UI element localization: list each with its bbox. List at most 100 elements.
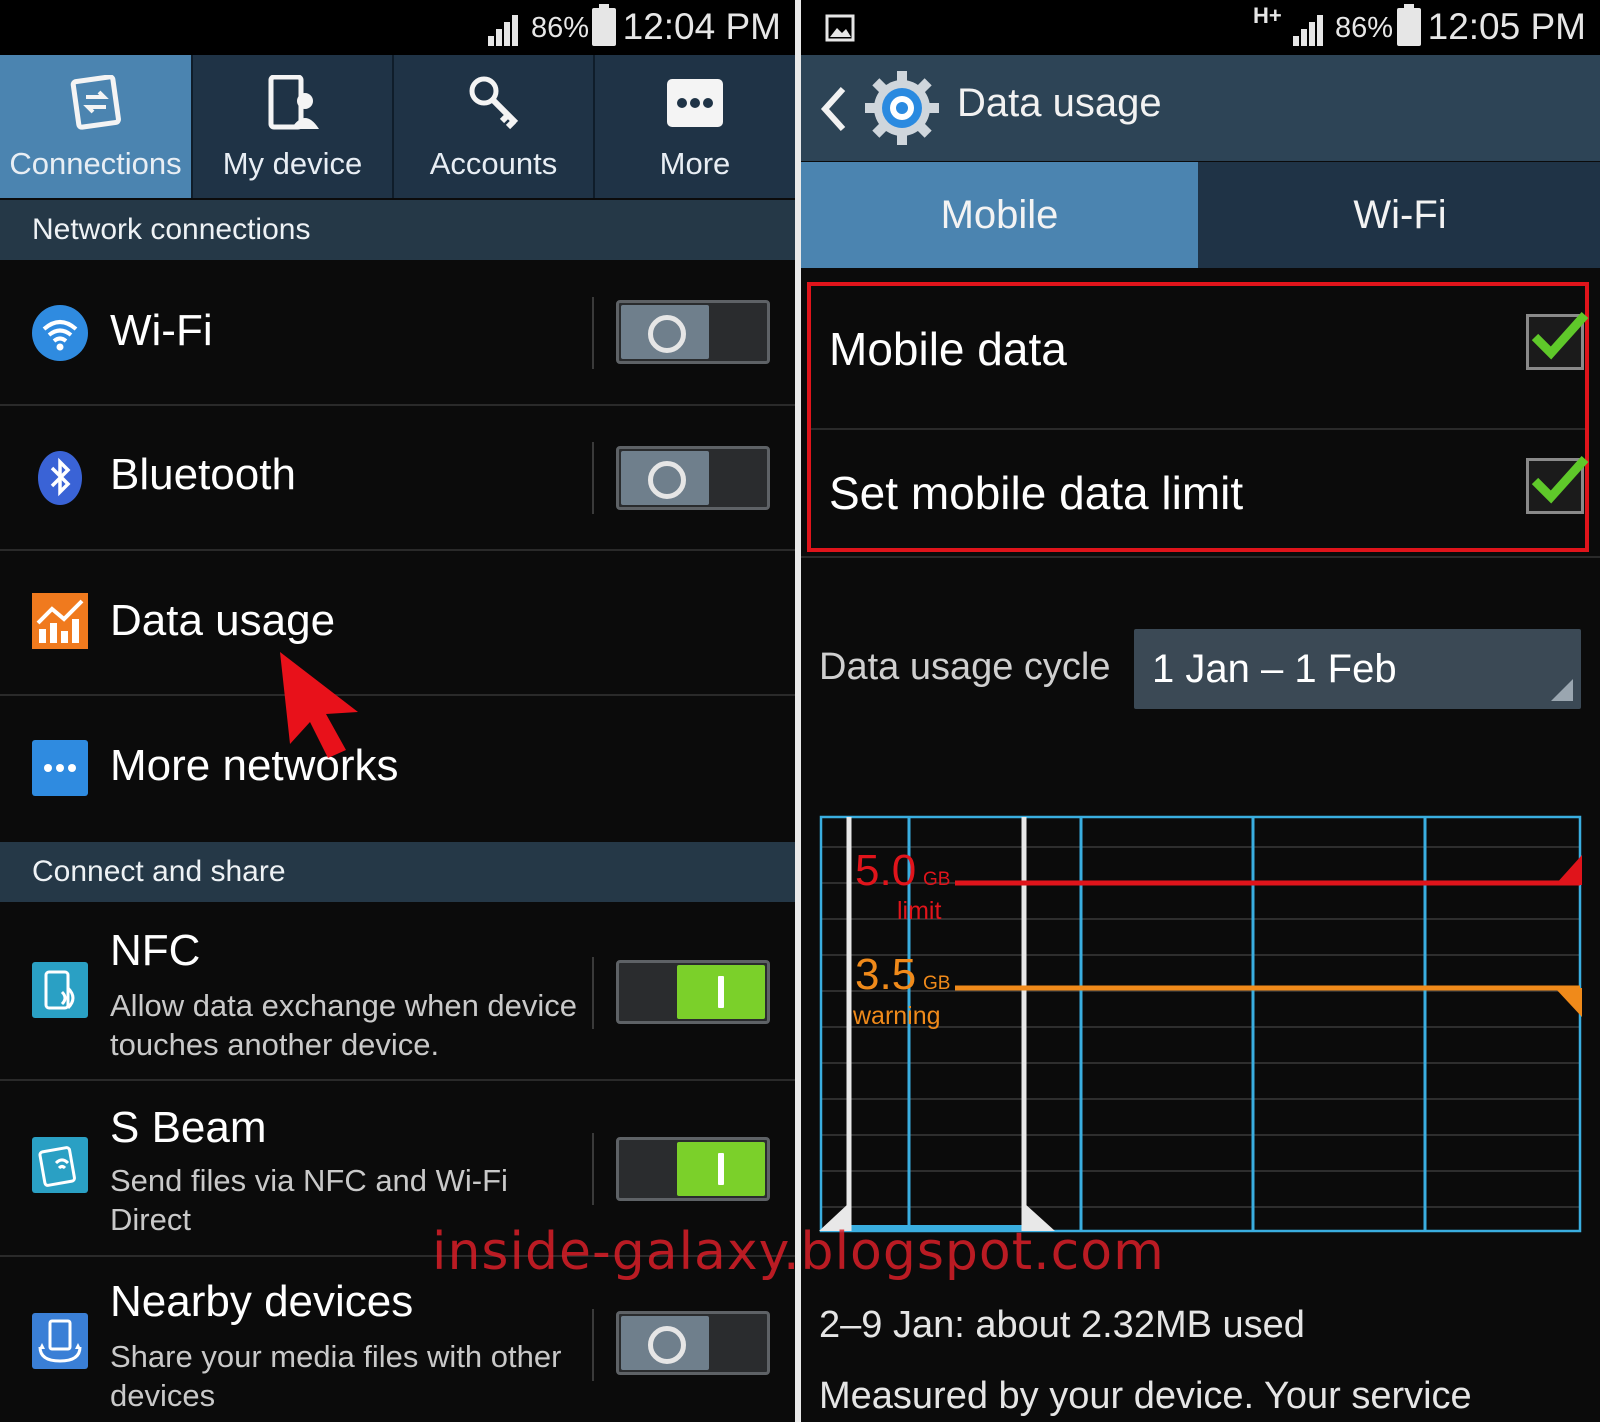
- warning-line[interactable]: [955, 985, 1582, 1017]
- usage-summary: 2–9 Jan: about 2.32MB used: [819, 1304, 1305, 1346]
- cycle-end-marker[interactable]: [1021, 817, 1055, 1231]
- data-usage-screen: H+ 86% 12:05 PM Data usage Mobile Wi-Fi: [801, 0, 1600, 1422]
- warning-value: 3.5: [855, 950, 916, 999]
- wifi-icon: [32, 305, 88, 361]
- more-networks-row[interactable]: More networks: [0, 696, 795, 841]
- toggle-knob: [621, 451, 709, 505]
- wifi-toggle[interactable]: [616, 300, 770, 364]
- toggle-knob: [621, 305, 709, 359]
- tab-my-device[interactable]: My device: [193, 55, 394, 198]
- nfc-label: NFC: [110, 926, 201, 975]
- mobile-data-checkbox[interactable]: [1526, 311, 1589, 370]
- nfc-toggle[interactable]: [616, 960, 770, 1024]
- bluetooth-icon: [38, 451, 82, 505]
- signal-icon: [488, 10, 524, 46]
- warning-unit: GB: [923, 973, 950, 994]
- highlight-box: Mobile data Set mobile data limit: [807, 282, 1589, 552]
- nfc-icon: [32, 962, 88, 1018]
- s-beam-icon: [32, 1137, 88, 1193]
- gallery-notification-icon: [825, 14, 855, 42]
- warning-label: warning: [852, 1002, 941, 1030]
- set-mobile-data-limit-label: Set mobile data limit: [829, 467, 1244, 519]
- bluetooth-label: Bluetooth: [110, 450, 296, 499]
- data-usage-chart[interactable]: 5.0 GB limit 3.5 GB warning: [819, 815, 1582, 1233]
- more-icon: [667, 79, 723, 127]
- divider: [801, 556, 1600, 558]
- nfc-description: Allow data exchange when device touches …: [110, 988, 578, 1062]
- data-usage-row[interactable]: Data usage: [0, 551, 795, 696]
- mobile-data-label: Mobile data: [829, 323, 1067, 375]
- data-usage-icon: [32, 593, 88, 649]
- divider: [592, 297, 594, 369]
- nearby-devices-label: Nearby devices: [110, 1277, 414, 1326]
- checkmark-icon: [1531, 455, 1589, 504]
- limit-unit: GB: [923, 869, 950, 890]
- settings-gear-icon: [865, 71, 939, 145]
- toggle-knob: [621, 1316, 709, 1370]
- bluetooth-toggle[interactable]: [616, 446, 770, 510]
- tab-more-label: More: [659, 146, 731, 181]
- mobile-data-row[interactable]: Mobile data: [811, 286, 1589, 430]
- settings-tab-bar: Connections My device Accounts More: [0, 55, 795, 198]
- page-title: Data usage: [957, 81, 1162, 125]
- data-usage-label: Data usage: [110, 596, 336, 645]
- dropdown-corner-icon: [1551, 679, 1573, 701]
- nfc-row[interactable]: NFC Allow data exchange when device touc…: [0, 902, 795, 1081]
- clock: 12:05 PM: [1427, 6, 1586, 47]
- s-beam-toggle[interactable]: [616, 1137, 770, 1201]
- chart-canvas: 5.0 GB limit 3.5 GB warning: [819, 815, 1582, 1233]
- tab-wifi[interactable]: Wi-Fi: [1200, 162, 1600, 268]
- data-usage-tabs: Mobile Wi-Fi: [801, 162, 1600, 268]
- limit-line[interactable]: [955, 855, 1582, 886]
- s-beam-label: S Beam: [110, 1103, 267, 1152]
- tab-more[interactable]: More: [595, 55, 795, 198]
- tab-accounts-label: Accounts: [429, 146, 558, 181]
- signal-icon: [1293, 10, 1329, 46]
- data-usage-cycle-label: Data usage cycle: [819, 646, 1111, 688]
- wifi-label: Wi-Fi: [110, 306, 213, 355]
- toggle-knob: [677, 1142, 765, 1196]
- accounts-icon: [469, 76, 518, 130]
- tab-my-device-label: My device: [222, 146, 363, 181]
- data-usage-cycle-value: 1 Jan – 1 Feb: [1152, 647, 1397, 691]
- nearby-devices-toggle[interactable]: [616, 1311, 770, 1375]
- status-bar: H+ 86% 12:05 PM: [801, 0, 1600, 55]
- checkmark-icon: [1531, 311, 1589, 360]
- limit-label: limit: [897, 897, 941, 925]
- data-usage-cycle-select[interactable]: 1 Jan – 1 Feb: [1134, 629, 1581, 709]
- section-header-network: Network connections: [0, 200, 795, 260]
- network-type-indicator: H+: [1253, 3, 1282, 28]
- status-bar: 86% 12:04 PM: [0, 0, 795, 55]
- watermark-text: inside-galaxy.blogspot.com: [432, 1222, 1165, 1282]
- wifi-row[interactable]: Wi-Fi: [0, 260, 795, 406]
- limit-value: 5.0: [855, 846, 916, 895]
- divider: [592, 442, 594, 514]
- divider: [592, 1133, 594, 1205]
- back-arrow-icon[interactable]: [819, 85, 849, 133]
- set-mobile-data-limit-checkbox[interactable]: [1526, 455, 1589, 514]
- my-device-icon: [268, 75, 319, 130]
- tab-connections[interactable]: Connections: [0, 55, 193, 198]
- divider: [592, 1309, 594, 1381]
- action-bar: Data usage: [801, 55, 1600, 161]
- bluetooth-row[interactable]: Bluetooth: [0, 406, 795, 551]
- nearby-devices-icon: [32, 1313, 88, 1369]
- battery-percent: 86%: [1335, 12, 1394, 44]
- section-header-connect: Connect and share: [0, 842, 795, 902]
- battery-percent: 86%: [531, 12, 590, 44]
- cycle-start-marker[interactable]: [819, 817, 852, 1231]
- set-mobile-data-limit-row[interactable]: Set mobile data limit: [811, 430, 1589, 548]
- nearby-devices-description: Share your media files with other device…: [110, 1339, 562, 1413]
- measurement-note: Measured by your device. Your service: [819, 1375, 1472, 1417]
- tab-mobile[interactable]: Mobile: [801, 162, 1198, 268]
- battery-icon: [592, 4, 616, 46]
- more-networks-icon: [32, 740, 88, 796]
- toggle-knob: [677, 965, 765, 1019]
- battery-icon: [1397, 4, 1421, 46]
- tab-accounts[interactable]: Accounts: [394, 55, 595, 198]
- red-pointer-arrow-icon: [280, 652, 358, 758]
- connections-icon: [70, 75, 121, 130]
- divider: [592, 957, 594, 1029]
- clock: 12:04 PM: [622, 6, 781, 47]
- tab-connections-label: Connections: [9, 146, 182, 181]
